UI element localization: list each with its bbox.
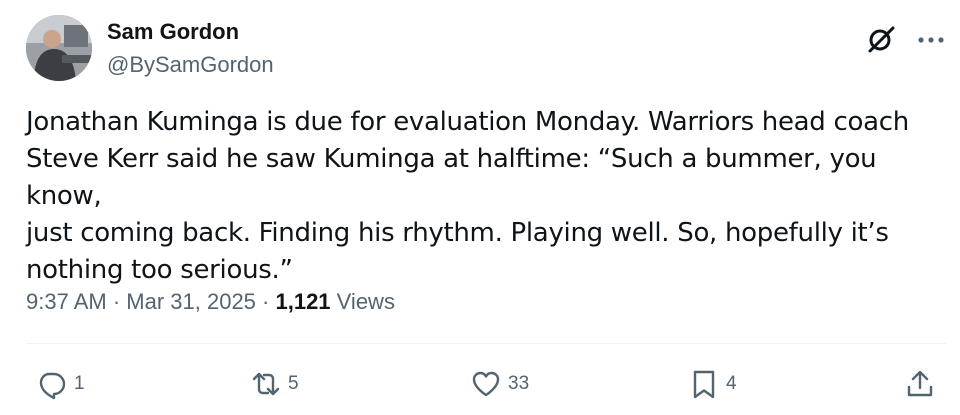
- avatar[interactable]: [26, 15, 92, 81]
- avatar-image: [26, 15, 92, 81]
- views-count: 1,121: [275, 289, 331, 314]
- like-button[interactable]: 33: [470, 368, 529, 400]
- tweet-meta: 9:37 AM · Mar 31, 2025 · 1,121 Views: [26, 288, 395, 316]
- share-icon: [907, 370, 933, 397]
- reply-count: 1: [74, 373, 85, 394]
- divider: [26, 343, 946, 344]
- reply-icon: [39, 372, 66, 400]
- author-name[interactable]: Sam Gordon: [107, 19, 239, 45]
- reply-button[interactable]: 1: [36, 368, 85, 400]
- meta-separator: ·: [255, 289, 276, 314]
- share-button[interactable]: [904, 368, 936, 400]
- grok-icon[interactable]: [866, 24, 896, 54]
- bookmark-button[interactable]: 4: [688, 368, 737, 400]
- like-icon: [472, 371, 500, 397]
- like-count: 33: [508, 373, 530, 394]
- repost-count: 5: [288, 373, 299, 394]
- repost-button[interactable]: 5: [250, 368, 299, 400]
- author-handle[interactable]: @BySamGordon: [107, 52, 274, 78]
- tweet-date[interactable]: Mar 31, 2025: [126, 289, 256, 314]
- bookmark-count: 4: [726, 373, 737, 394]
- tweet-text: Jonathan Kuminga is due for evaluation M…: [26, 107, 909, 285]
- repost-icon: [252, 372, 280, 396]
- meta-separator: ·: [106, 289, 127, 314]
- more-icon[interactable]: [917, 36, 945, 44]
- bookmark-icon: [693, 370, 715, 399]
- views-label: Views: [330, 289, 395, 314]
- tweet-time[interactable]: 9:37 AM: [26, 289, 107, 314]
